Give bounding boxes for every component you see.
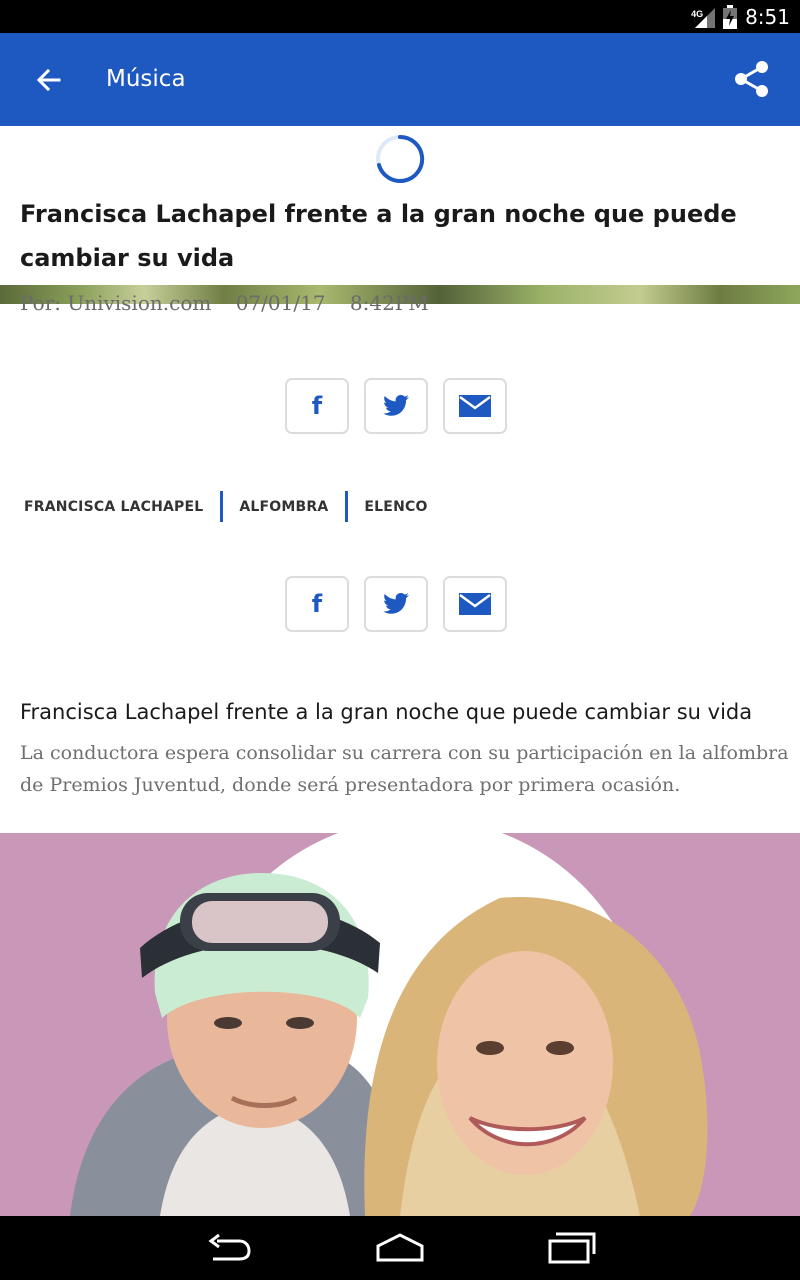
envelope-icon [459,593,491,615]
twitter-share-button[interactable] [364,378,428,434]
signal-icon: 4G [691,6,716,28]
tag-alfombra[interactable]: ALFOMBRA [239,499,328,515]
tag-elenco[interactable]: ELENCO [364,499,427,515]
back-nav-icon[interactable] [205,1232,253,1264]
clock: 8:51 [745,4,790,29]
facebook-icon: f [311,590,323,618]
share-buttons-top: f [285,378,507,434]
tag-francisca-lachapel[interactable]: FRANCISCA LACHAPEL [24,499,203,515]
twitter-share-button[interactable] [364,576,428,632]
tag-list: FRANCISCA LACHAPEL ALFOMBRA ELENCO [24,491,428,522]
byline-date: 07/01/17 [235,291,326,313]
article-byline: Por: Univision.com 07/01/17 8:42PM [20,291,447,313]
facebook-share-button[interactable]: f [285,576,349,632]
tag-divider [220,491,224,522]
byline-author: Por: Univision.com [20,291,212,313]
twitter-icon [383,395,409,416]
share-icon[interactable] [734,60,770,98]
page-title: Música [106,66,186,92]
email-share-button[interactable] [443,576,507,632]
recents-nav-icon[interactable] [548,1232,596,1264]
twitter-icon [383,593,409,614]
email-share-button[interactable] [443,378,507,434]
home-nav-icon[interactable] [376,1232,424,1264]
related-article-title[interactable]: Francisca Lachapel frente a la gran noch… [20,700,790,724]
envelope-icon [459,395,491,417]
status-bar: 4G 8:51 [0,0,800,33]
related-article-description: La conductora espera consolidar su carre… [20,742,789,796]
share-buttons-bottom: f [285,576,507,632]
system-nav-bar [0,1216,800,1280]
battery-icon [723,4,738,29]
app-bar: Música [0,33,800,126]
article-headline: Francisca Lachapel frente a la gran noch… [20,200,737,272]
related-article-image[interactable] [0,833,800,1216]
facebook-share-button[interactable]: f [285,378,349,434]
tag-divider [345,491,349,522]
hero-photo [0,833,800,1216]
facebook-icon: f [311,392,323,420]
arrow-left-icon[interactable] [34,65,64,95]
loading-spinner-icon [376,134,425,183]
byline-time: 8:42PM [349,291,429,313]
